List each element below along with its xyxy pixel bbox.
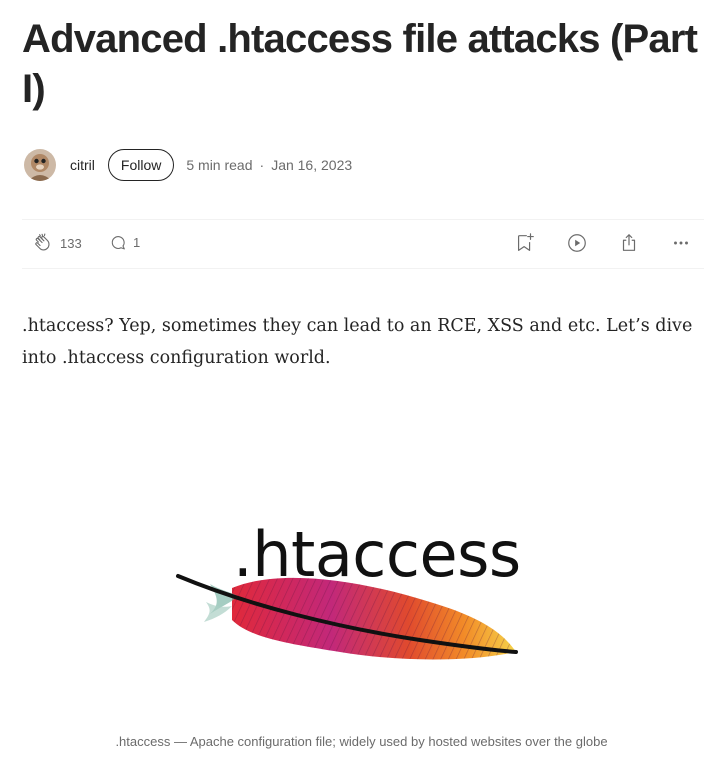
- share-button[interactable]: [618, 232, 640, 254]
- follow-button[interactable]: Follow: [107, 149, 175, 181]
- publish-date: Jan 16, 2023: [271, 157, 353, 173]
- bookmark-add-icon: [514, 232, 536, 254]
- meta-separator: ·: [259, 157, 265, 173]
- article-title: Advanced .htaccess file attacks (Part I): [22, 17, 698, 111]
- figure-caption: .htaccess — Apache configuration file; w…: [115, 734, 608, 749]
- clap-icon: [32, 232, 54, 254]
- author-avatar[interactable]: [24, 149, 56, 181]
- clap-button[interactable]: 133: [32, 232, 82, 254]
- article-intro: .htaccess? Yep, sometimes they can lead …: [22, 316, 693, 368]
- more-icon: [670, 232, 692, 254]
- figure-htaccess-label: .htaccess: [233, 518, 521, 591]
- bookmark-button[interactable]: [514, 232, 536, 254]
- comment-icon: [108, 232, 128, 252]
- more-button[interactable]: [670, 232, 692, 254]
- listen-button[interactable]: [566, 232, 588, 254]
- share-icon: [618, 232, 640, 254]
- comment-button[interactable]: 1: [108, 232, 140, 252]
- play-icon: [566, 232, 588, 254]
- read-time: 5 min read: [186, 157, 253, 173]
- author-name[interactable]: citril: [70, 157, 95, 173]
- clap-count: 133: [60, 235, 82, 251]
- article-meta: 5 min read · Jan 16, 2023: [186, 157, 352, 173]
- comment-count: 1: [133, 234, 141, 250]
- action-bar: 133 1: [22, 219, 704, 269]
- byline: citril Follow 5 min read · Jan 16, 2023: [24, 148, 704, 182]
